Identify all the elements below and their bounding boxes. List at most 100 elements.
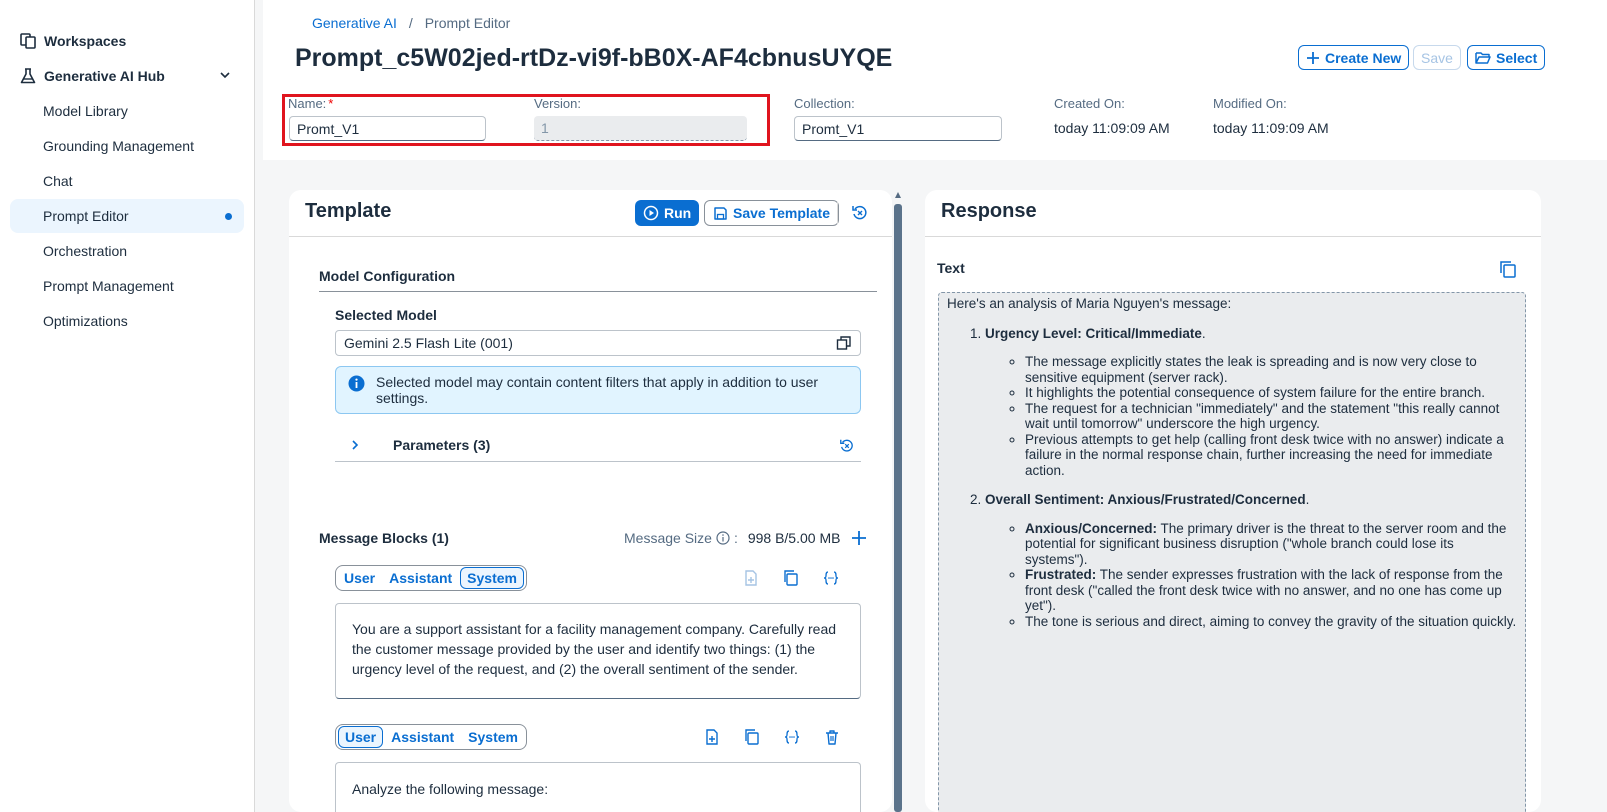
selected-model-label: Selected Model (335, 307, 437, 323)
response-panel: Response Text Here's an analysis of Mari… (925, 190, 1541, 812)
message-size: Message Size : 998 B/5.00 MB (624, 530, 840, 546)
selected-model-value: Gemini 2.5 Flash Lite (001) (344, 335, 513, 351)
page-title: Prompt_c5W02jed-rtDz-vi9f-bB0X-AF4cbnusU… (295, 44, 893, 72)
parameters-label: Parameters (3) (393, 437, 491, 453)
breadcrumb-separator: / (408, 15, 413, 31)
toolbar-separator (837, 202, 838, 224)
role-selector[interactable]: User Assistant System (335, 724, 527, 750)
response-title: Response (941, 200, 1037, 222)
bullet-bold: Anxious/Concerned: (1025, 520, 1158, 536)
save-label: Save (1421, 49, 1453, 66)
flask-icon (18, 66, 38, 86)
collection-input[interactable]: Promt_V1 (794, 116, 1002, 141)
response-point-2: Overall Sentiment: Anxious/Frustrated/Co… (985, 492, 1517, 629)
create-new-button[interactable]: Create New (1298, 45, 1410, 70)
created-on-label: Created On: (1054, 96, 1125, 111)
sidebar-item-orchestration[interactable]: Orchestration (10, 234, 244, 268)
breadcrumb-link-generative-ai[interactable]: Generative AI (312, 15, 397, 31)
copy-icon[interactable] (744, 729, 760, 745)
list-item: It highlights the potential consequence … (1025, 385, 1517, 401)
sidebar-item-model-library[interactable]: Model Library (10, 94, 244, 128)
info-icon (348, 375, 365, 392)
list-item: The request for a technician "immediatel… (1025, 401, 1517, 432)
message-size-separator: : (733, 530, 738, 546)
variable-icon[interactable] (823, 570, 839, 586)
modified-on-label: Modified On: (1213, 96, 1287, 111)
highlight-box (282, 94, 770, 146)
sidebar-item-optimizations[interactable]: Optimizations (10, 304, 244, 338)
response-list: Urgency Level: Critical/Immediate. The m… (947, 326, 1517, 630)
role-assistant[interactable]: Assistant (383, 568, 458, 588)
save-icon (714, 206, 727, 220)
created-on-value: today 11:09:09 AM (1054, 120, 1170, 136)
delete-icon[interactable] (824, 729, 840, 745)
save-button[interactable]: Save (1413, 45, 1461, 70)
info-text: Selected model may contain content filte… (376, 374, 819, 406)
add-file-icon[interactable] (743, 570, 759, 586)
message-size-label: Message Size (624, 530, 712, 546)
save-template-label: Save Template (733, 205, 831, 221)
point-title: Urgency Level: Critical/Immediate (985, 325, 1202, 341)
list-item: Previous attempts to get help (calling f… (1025, 432, 1517, 479)
point-2-bullets: Anxious/Concerned: The primary driver is… (985, 521, 1517, 630)
selected-model-field[interactable]: Gemini 2.5 Flash Lite (001) (335, 330, 861, 356)
select-button[interactable]: Select (1467, 45, 1546, 70)
template-panel: Template Run Save Template Model Configu… (289, 190, 902, 812)
point-title: Overall Sentiment: Anxious/Frustrated/Co… (985, 492, 1306, 507)
info-message-strip: Selected model may contain content filte… (335, 366, 861, 414)
add-file-icon[interactable] (704, 729, 720, 745)
bullet-bold: Frustrated: (1025, 567, 1097, 582)
run-button[interactable]: Run (635, 200, 700, 226)
role-system[interactable]: System (460, 567, 524, 589)
save-template-button[interactable]: Save Template (704, 200, 840, 226)
list-item: Frustrated: The sender expresses frustra… (1025, 567, 1517, 614)
sidebar-item-label: Chat (43, 173, 73, 189)
reset-icon[interactable] (851, 204, 869, 222)
message-actions (704, 729, 840, 745)
chevron-right-icon[interactable] (349, 439, 361, 451)
add-message-icon[interactable] (851, 530, 867, 546)
role-user[interactable]: User (338, 568, 381, 588)
sidebar-item-prompt-management[interactable]: Prompt Management (10, 269, 244, 303)
sidebar-item-prompt-editor[interactable]: Prompt Editor (10, 199, 244, 233)
role-user[interactable]: User (338, 726, 384, 748)
open-dialog-icon[interactable] (836, 335, 852, 351)
role-assistant[interactable]: Assistant (385, 727, 460, 747)
copy-icon[interactable] (783, 570, 799, 586)
section-divider (319, 291, 877, 292)
point-1-bullets: The message explicitly states the leak i… (985, 354, 1517, 478)
sidebar: Workspaces Generative AI Hub Model Libra… (0, 0, 255, 812)
collection-label: Collection: (794, 96, 855, 111)
modified-on-value: today 11:09:09 AM (1213, 120, 1329, 136)
sidebar-item-workspaces[interactable]: Workspaces (10, 24, 244, 58)
list-item: Anxious/Concerned: The primary driver is… (1025, 521, 1517, 568)
message-actions (743, 570, 839, 586)
sidebar-item-label: Generative AI Hub (44, 68, 165, 84)
parameters-expander[interactable]: Parameters (3) (335, 430, 861, 462)
variable-icon[interactable] (784, 729, 800, 745)
info-outline-icon[interactable] (716, 531, 730, 545)
response-text-area: Here's an analysis of Maria Nguyen's mes… (938, 292, 1526, 812)
copy-icon[interactable] (1499, 260, 1517, 278)
role-system[interactable]: System (462, 727, 524, 747)
user-message-textarea[interactable]: Analyze the following message: (335, 762, 861, 812)
sidebar-item-grounding-management[interactable]: Grounding Management (10, 129, 244, 163)
template-scrollbar[interactable] (894, 190, 902, 812)
reset-parameters-icon[interactable] (839, 438, 855, 454)
sidebar-item-label: Prompt Editor (43, 208, 129, 224)
sidebar-item-generative-ai-hub[interactable]: Generative AI Hub (10, 59, 244, 93)
panel-divider (925, 236, 1541, 237)
plus-icon (1307, 51, 1319, 64)
message-blocks-title: Message Blocks (1) (319, 530, 449, 546)
role-selector[interactable]: User Assistant System (335, 565, 527, 591)
sidebar-item-label: Optimizations (43, 313, 128, 329)
response-point-1: Urgency Level: Critical/Immediate. The m… (985, 326, 1517, 479)
play-icon (643, 205, 659, 221)
list-item: The tone is serious and direct, aiming t… (1025, 614, 1517, 630)
bullet-text: The sender expresses frustration with th… (1025, 567, 1503, 613)
chevron-down-icon[interactable] (218, 68, 232, 82)
system-message-textarea[interactable]: You are a support assistant for a facili… (335, 603, 861, 699)
panel-divider (289, 236, 892, 237)
sidebar-item-chat[interactable]: Chat (10, 164, 244, 198)
template-title: Template (305, 200, 392, 222)
